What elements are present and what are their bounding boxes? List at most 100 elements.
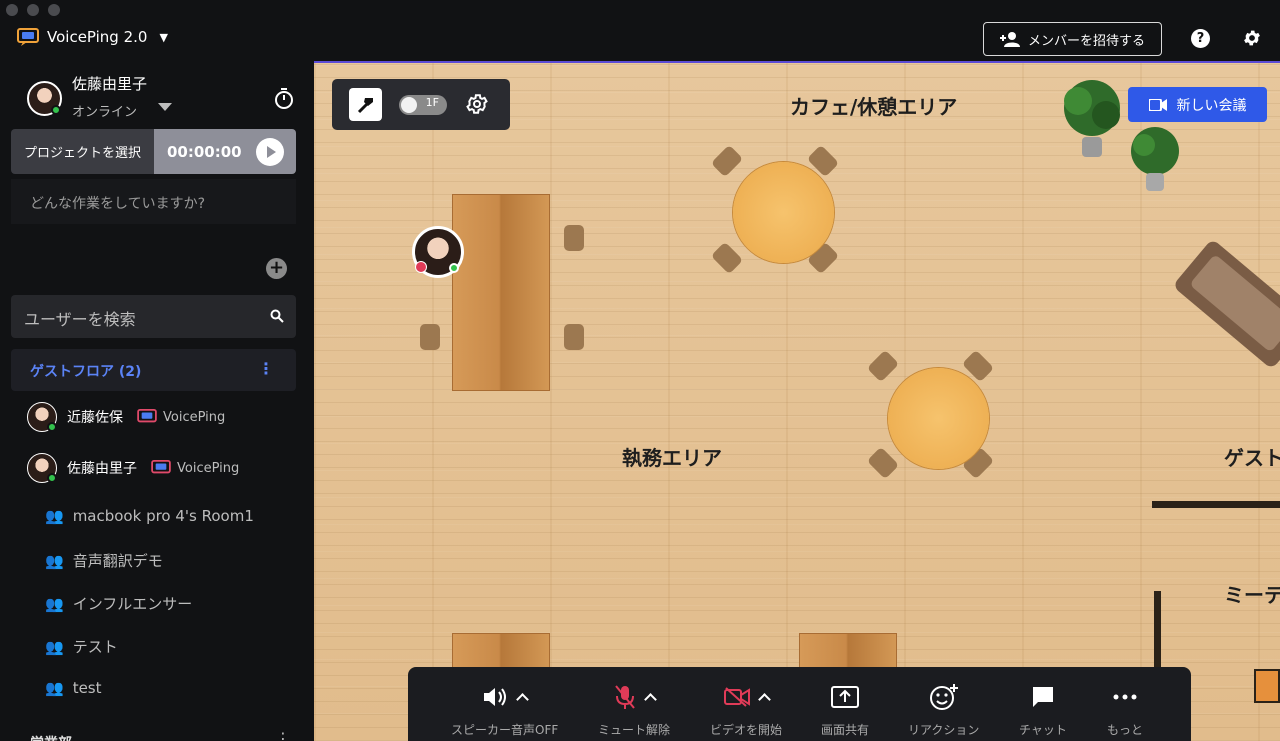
group-icon: 👥 <box>45 637 64 656</box>
maximize-window-button[interactable] <box>48 4 60 16</box>
user-search-input[interactable]: ユーザーを検索 <box>11 295 296 338</box>
invite-member-button[interactable]: メンバーを招待する <box>983 22 1162 56</box>
unmute-button[interactable]: ミュート解除 <box>598 681 670 738</box>
room-item[interactable]: 👥 音声翻訳デモ <box>45 550 163 571</box>
room-item[interactable]: 👥 macbook pro 4's Room1 <box>45 507 254 525</box>
elapsed-time: 00:00:00 <box>167 142 242 161</box>
area-label-guest: ゲスト <box>1224 446 1280 470</box>
room-name: test <box>72 679 102 697</box>
minimize-window-button[interactable] <box>27 4 39 16</box>
room-name: 音声翻訳デモ <box>72 552 163 570</box>
group-icon: 👥 <box>45 594 64 613</box>
chat-icon <box>1032 687 1053 707</box>
group-icon: 👥 <box>45 551 64 570</box>
guest-floor-header[interactable]: ゲストフロア (2) ⋮ <box>11 349 296 391</box>
my-status[interactable]: オンライン <box>72 101 137 120</box>
more-vert-icon[interactable]: ⋮ <box>275 729 291 741</box>
room-name: インフルエンサー <box>72 595 193 613</box>
plant-icon <box>1131 127 1179 191</box>
new-meeting-button[interactable]: 新しい会議 <box>1128 87 1267 122</box>
search-icon <box>270 309 284 323</box>
chair <box>866 349 900 383</box>
control-label: ミュート解除 <box>598 723 671 737</box>
list-item[interactable]: 佐藤由里子 VoicePing <box>27 453 239 483</box>
project-select-button[interactable]: プロジェクトを選択 <box>11 129 154 174</box>
floor-toggle[interactable]: 1F <box>399 95 447 115</box>
start-video-button[interactable]: ビデオを開始 <box>710 681 782 738</box>
section-header[interactable]: 営業部 <box>30 733 72 741</box>
project-timer: プロジェクトを選択 00:00:00 <box>11 129 296 174</box>
settings-gear-icon[interactable] <box>1242 28 1262 48</box>
wall <box>1152 501 1280 508</box>
chat-button[interactable]: チャット <box>1019 681 1067 738</box>
app-title: VoicePing 2.0 <box>47 28 148 46</box>
hammer-icon <box>357 97 373 113</box>
room-item[interactable]: 👥 インフルエンサー <box>45 593 192 614</box>
user-name: 佐藤由里子 <box>67 461 137 477</box>
room-item[interactable]: 👥 test <box>45 679 102 697</box>
online-status-dot <box>47 473 57 483</box>
room-item[interactable]: 👥 テスト <box>45 636 118 657</box>
speaker-icon <box>484 688 507 706</box>
room-name: macbook pro 4's Room1 <box>72 507 254 525</box>
more-vert-icon[interactable]: ⋮ <box>258 359 274 378</box>
screen-share-icon <box>831 686 859 708</box>
chair <box>866 446 900 480</box>
office-map[interactable]: 1F カフェ/休憩エリア 執務エリア ゲスト ミーテ 新しい会議 <box>314 61 1280 741</box>
chevron-up-icon[interactable] <box>516 692 529 706</box>
round-table <box>733 162 834 263</box>
reaction-icon <box>929 684 958 710</box>
group-icon: 👥 <box>45 679 64 697</box>
chair <box>420 324 440 350</box>
task-input[interactable]: どんな作業をしていますか? <box>11 179 296 224</box>
my-name: 佐藤由里子 <box>72 75 148 93</box>
online-status-dot <box>51 105 61 115</box>
app-switcher[interactable]: VoicePing 2.0 ▼ <box>17 28 168 46</box>
user-app-label: VoicePing <box>163 409 226 425</box>
help-button[interactable]: ? <box>1191 29 1210 48</box>
more-button[interactable]: もっと <box>1107 681 1143 738</box>
room-name: テスト <box>72 638 118 656</box>
new-meeting-label: 新しい会議 <box>1176 97 1247 114</box>
control-label: 画面共有 <box>821 723 870 737</box>
chevron-up-icon[interactable] <box>757 692 771 706</box>
map-toolbar: 1F <box>332 79 510 130</box>
area-label-meeting: ミーテ <box>1224 583 1280 607</box>
area-label-cafe: カフェ/休憩エリア <box>790 95 958 119</box>
map-user-avatar[interactable] <box>412 226 464 278</box>
chair <box>710 144 744 178</box>
add-icon[interactable]: + <box>266 258 287 279</box>
area-label-office: 執務エリア <box>622 446 722 470</box>
top-bar: VoicePing 2.0 ▼ メンバーを招待する ? <box>0 16 1280 61</box>
speaker-button[interactable]: スピーカー音声OFF <box>451 681 558 738</box>
help-icon: ? <box>1196 31 1205 46</box>
mic-muted-icon <box>415 261 427 273</box>
chair <box>564 324 584 350</box>
avatar <box>27 81 62 116</box>
mic-off-icon <box>614 685 635 709</box>
group-icon: 👥 <box>45 507 64 525</box>
call-control-bar: スピーカー音声OFF ミュート解除 ビデオを開始 画面共有 リアクション チャッ… <box>408 667 1191 741</box>
control-label: スピーカー音声OFF <box>451 723 559 737</box>
control-label: リアクション <box>908 723 980 737</box>
control-label: ビデオを開始 <box>710 723 783 737</box>
project-time: 00:00:00 <box>154 129 296 174</box>
play-button[interactable] <box>256 138 284 166</box>
build-mode-button[interactable] <box>349 88 382 121</box>
control-label: チャット <box>1019 723 1067 737</box>
stopwatch-icon[interactable] <box>274 87 294 109</box>
online-status-dot <box>449 263 459 273</box>
screen-share-button[interactable]: 画面共有 <box>821 681 869 738</box>
user-app-label: VoicePing <box>177 460 240 476</box>
floor-name: ゲストフロア (2) <box>30 364 142 380</box>
more-icon <box>1113 694 1137 700</box>
status-dropdown-icon[interactable] <box>158 103 172 111</box>
voiceping-app: VoicePing 2.0 ▼ メンバーを招待する ? 佐藤由里子 オンライン … <box>0 0 1280 741</box>
chevron-up-icon[interactable] <box>643 692 657 706</box>
list-item[interactable]: 近藤佐保 VoicePing <box>27 402 225 432</box>
close-window-button[interactable] <box>6 4 18 16</box>
map-settings-icon[interactable] <box>465 92 489 116</box>
my-avatar[interactable] <box>27 81 62 116</box>
sofa <box>1172 238 1280 370</box>
reaction-button[interactable]: リアクション <box>908 681 979 738</box>
